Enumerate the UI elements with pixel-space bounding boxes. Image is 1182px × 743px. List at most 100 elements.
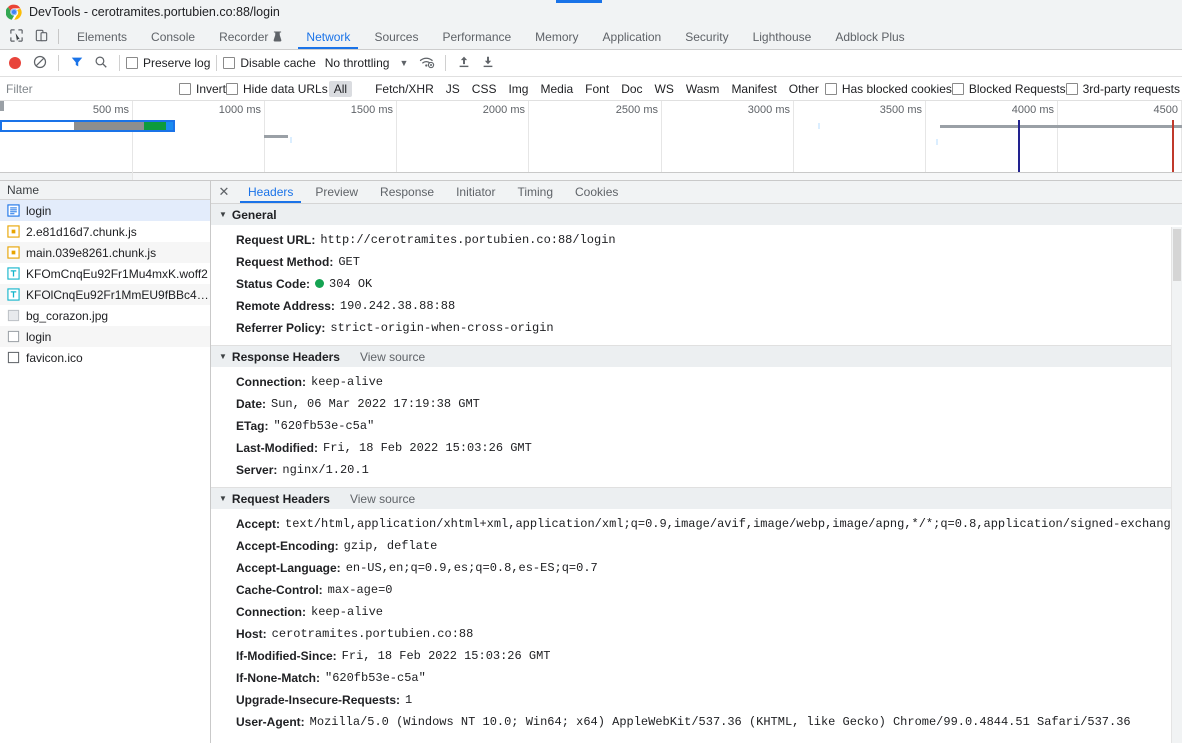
- header-key: Last-Modified:: [236, 441, 318, 455]
- tab-security[interactable]: Security: [673, 24, 740, 49]
- detail-tab-timing[interactable]: Timing: [506, 181, 564, 203]
- request-row-chunk-js-main[interactable]: main.039e8261.chunk.js: [0, 242, 210, 263]
- overview-tick-label: 2500 ms: [615, 104, 658, 116]
- filter-input[interactable]: [0, 77, 163, 100]
- header-value: cerotramites.portubien.co:88: [271, 627, 474, 641]
- has-blocked-cookies-checkbox[interactable]: Has blocked cookies: [824, 82, 952, 96]
- detail-tab-cookies[interactable]: Cookies: [564, 181, 629, 203]
- font-icon: [7, 288, 20, 301]
- third-party-requests-checkbox[interactable]: 3rd-party requests: [1065, 82, 1180, 96]
- inspect-element-button[interactable]: [4, 24, 29, 49]
- tab-performance[interactable]: Performance: [430, 24, 523, 49]
- type-filter-css[interactable]: CSS: [467, 81, 502, 97]
- triangle-down-icon: ▼: [219, 210, 227, 219]
- close-details-button[interactable]: ✕: [211, 181, 237, 203]
- blocked-requests-checkbox[interactable]: Blocked Requests: [951, 82, 1066, 96]
- header-value: "620fb53e-c5a": [273, 419, 375, 433]
- type-filter-manifest[interactable]: Manifest: [726, 81, 781, 97]
- tab-memory[interactable]: Memory: [523, 24, 590, 49]
- overview-selection-handle-left[interactable]: [0, 172, 132, 180]
- header-row-if-modified-since: If-Modified-Since: Fri, 18 Feb 2022 15:0…: [211, 645, 1182, 667]
- section-request-headers: ▼ Request Headers View source Accept: te…: [211, 488, 1182, 739]
- type-filter-fetch-xhr[interactable]: Fetch/XHR: [370, 81, 439, 97]
- import-har-button[interactable]: [452, 51, 476, 75]
- header-key: Accept-Language:: [236, 561, 341, 575]
- tab-sources[interactable]: Sources: [362, 24, 430, 49]
- preserve-log-checkbox[interactable]: Preserve log: [126, 56, 210, 70]
- type-filter-doc[interactable]: Doc: [616, 81, 647, 97]
- request-row-bg-corazon-jpg[interactable]: bg_corazon.jpg: [0, 305, 210, 326]
- type-filter-font[interactable]: Font: [580, 81, 614, 97]
- checkbox-box: [179, 82, 191, 95]
- tab-elements[interactable]: Elements: [65, 24, 139, 49]
- detail-tab-label: Timing: [517, 185, 554, 199]
- request-row-favicon-ico[interactable]: favicon.ico: [0, 347, 210, 368]
- tab-console[interactable]: Console: [139, 24, 207, 49]
- clear-network-log-button[interactable]: [28, 51, 52, 75]
- view-source-link[interactable]: View source: [360, 350, 425, 364]
- filter-funnel-button[interactable]: [65, 51, 89, 75]
- disable-cache-label: Disable cache: [240, 56, 316, 70]
- type-filter-ws[interactable]: WS: [650, 81, 679, 97]
- header-row-status-code: Status Code: 304 OK: [211, 273, 1182, 295]
- view-source-link[interactable]: View source: [350, 492, 415, 506]
- type-filter-img[interactable]: Img: [503, 81, 533, 97]
- overview-left-handle[interactable]: [0, 101, 4, 111]
- header-key: User-Agent:: [236, 715, 305, 729]
- request-row-font-woff2-1[interactable]: KFOmCnqEu92Fr1Mu4mxK.woff2: [0, 263, 210, 284]
- flask-icon: [273, 31, 282, 42]
- tab-label: Recorder: [219, 29, 269, 44]
- export-har-button[interactable]: [476, 51, 500, 75]
- bar-segment-tail: [166, 122, 173, 130]
- disable-cache-checkbox[interactable]: Disable cache: [223, 56, 316, 70]
- hide-data-urls-label: Hide data URLs: [243, 81, 328, 96]
- request-row-chunk-js-2[interactable]: 2.e81d16d7.chunk.js: [0, 221, 210, 242]
- chevron-down-icon[interactable]: ▼: [399, 58, 408, 68]
- request-row-login-other[interactable]: login: [0, 326, 210, 347]
- tab-lighthouse[interactable]: Lighthouse: [741, 24, 824, 49]
- request-list-header[interactable]: Name: [0, 181, 210, 200]
- toolbar-divider: [216, 55, 218, 71]
- header-key: Connection:: [236, 375, 306, 389]
- triangle-down-icon: ▼: [219, 352, 227, 361]
- details-scrollbar-thumb[interactable]: [1173, 229, 1181, 281]
- overview-selection-handle-right[interactable]: [133, 172, 1182, 180]
- detail-tab-response[interactable]: Response: [369, 181, 445, 203]
- search-button[interactable]: [89, 51, 113, 75]
- hide-data-urls-checkbox[interactable]: Hide data URLs: [226, 82, 328, 96]
- bar-segment-stalled: [73, 122, 144, 130]
- throttling-select[interactable]: No throttling: [325, 56, 390, 70]
- type-filter-media[interactable]: Media: [535, 81, 578, 97]
- tab-network[interactable]: Network: [294, 24, 362, 49]
- header-row-server: Server: nginx/1.20.1: [211, 459, 1182, 481]
- type-filter-js[interactable]: JS: [441, 81, 465, 97]
- network-overview-timeline[interactable]: 500 ms 1000 ms 1500 ms 2000 ms 2500 ms 3…: [0, 101, 1182, 181]
- type-filter-all[interactable]: All: [328, 80, 353, 97]
- overview-tick-label: 1500 ms: [350, 104, 393, 116]
- detail-tab-headers[interactable]: Headers: [237, 181, 304, 203]
- section-general-header[interactable]: ▼ General: [211, 204, 1182, 225]
- overview-gridlines: 500 ms 1000 ms 1500 ms 2000 ms 2500 ms 3…: [0, 101, 1182, 180]
- bar-segment-queueing: [2, 122, 74, 130]
- image-icon: [7, 309, 20, 322]
- invert-checkbox[interactable]: Invert: [179, 82, 226, 96]
- tab-recorder[interactable]: Recorder: [207, 24, 294, 49]
- type-filter-wasm[interactable]: Wasm: [681, 81, 725, 97]
- device-toolbar-button[interactable]: [29, 24, 54, 49]
- tab-adblock-plus[interactable]: Adblock Plus: [823, 24, 916, 49]
- request-name: main.039e8261.chunk.js: [26, 245, 157, 260]
- detail-tab-initiator[interactable]: Initiator: [445, 181, 506, 203]
- request-name: KFOmCnqEu92Fr1Mu4mxK.woff2: [26, 266, 208, 281]
- request-row-font-woff2-2[interactable]: KFOlCnqEu92Fr1MmEU9fBBc4....: [0, 284, 210, 305]
- request-row-login-document[interactable]: login: [0, 200, 210, 221]
- record-stop-icon[interactable]: [9, 57, 21, 69]
- network-conditions-button[interactable]: [415, 51, 439, 75]
- details-vertical-scrollbar[interactable]: [1171, 227, 1182, 743]
- detail-tab-preview[interactable]: Preview: [304, 181, 369, 203]
- tab-application[interactable]: Application: [591, 24, 674, 49]
- network-toolbar: Preserve log Disable cache No throttling…: [0, 50, 1182, 77]
- type-filter-other[interactable]: Other: [784, 81, 824, 97]
- detail-tab-label: Response: [380, 185, 435, 199]
- section-request-headers-header[interactable]: ▼ Request Headers View source: [211, 488, 1182, 509]
- section-response-headers-header[interactable]: ▼ Response Headers View source: [211, 346, 1182, 367]
